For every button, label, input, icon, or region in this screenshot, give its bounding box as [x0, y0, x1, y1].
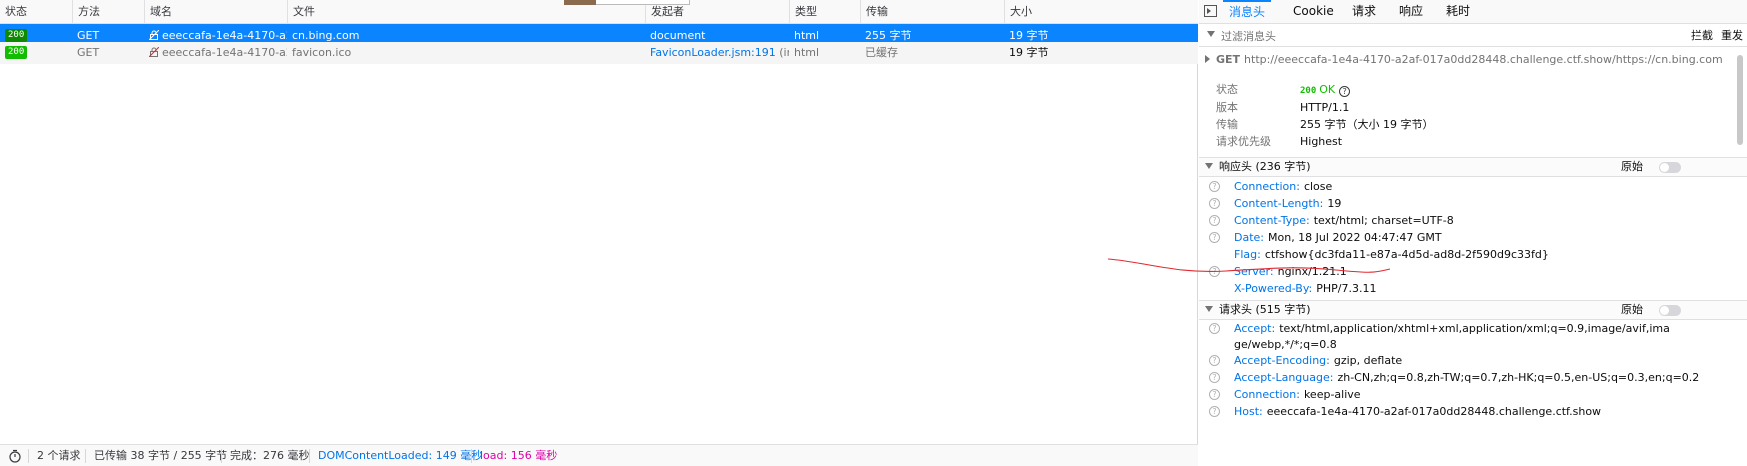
header-row-connection[interactable]: ? Connection: close	[1199, 179, 1739, 195]
request-method: GET	[1216, 53, 1241, 66]
request-details-panel: 消息头 Cookie 请求 响应 耗时 拦截 重发 GEThttp://eeec…	[1199, 0, 1747, 466]
col-size[interactable]: 大小	[1004, 0, 1198, 24]
help-icon[interactable]: ?	[1209, 215, 1220, 226]
col-domain[interactable]: 域名	[144, 0, 287, 24]
insecure-lock-icon	[149, 30, 159, 40]
red-underline-annotation	[1107, 258, 1391, 273]
tab-headers[interactable]: 消息头	[1223, 0, 1272, 24]
collapse-arrow-icon	[1205, 306, 1213, 312]
raw-toggle[interactable]	[1659, 305, 1681, 316]
request-summary: 状态 200 OK? 版本 HTTP/1.1 传输 255 字节（大小 19 字节…	[1216, 81, 1736, 151]
type-cell: html	[794, 46, 820, 59]
status-badge: 200	[5, 46, 28, 59]
summary-value: HTTP/1.1	[1300, 101, 1350, 114]
summary-value: 255 字节（大小 19 字节）	[1300, 118, 1434, 131]
status-cell: 200	[0, 42, 72, 64]
drag-preview	[564, 0, 690, 5]
help-icon[interactable]: ?	[1209, 198, 1220, 209]
dom-content-loaded-time: DOMContentLoaded: 149 毫秒	[318, 449, 483, 462]
details-tabbar: 消息头 Cookie 请求 响应 耗时	[1199, 0, 1747, 24]
initiator-extra: (img)	[779, 46, 789, 59]
summary-key: 状态	[1216, 83, 1238, 96]
request-list-panel: 状态 方法 域名 文件 发起者 类型 传输 大小 200 GET eeeccaf…	[0, 0, 1198, 466]
collapse-arrow-icon	[1205, 163, 1213, 169]
transferred-cell: 已缓存	[865, 46, 898, 59]
tab-timings[interactable]: 耗时	[1440, 0, 1476, 24]
summary-key: 请求优先级	[1216, 135, 1271, 148]
finish-time: 完成：276 毫秒	[230, 449, 310, 462]
help-icon[interactable]: ?	[1209, 181, 1220, 192]
stopwatch-icon[interactable]	[8, 449, 22, 463]
help-icon[interactable]: ?	[1209, 406, 1220, 417]
summary-value: Highest	[1300, 135, 1343, 148]
help-icon[interactable]: ?	[1209, 355, 1220, 366]
initiator-cell: FaviconLoader.jsm:191 (img)	[645, 42, 789, 64]
load-time: load: 156 毫秒	[480, 449, 558, 462]
file-cell: favicon.ico	[292, 46, 352, 59]
header-row-accept[interactable]: ? Accept: text/html,application/xhtml+xml…	[1199, 321, 1739, 353]
response-headers-title: 响应头 (236 字节)	[1205, 158, 1311, 176]
header-row-content-type[interactable]: ? Content-Type: text/html; charset=UTF-8	[1199, 213, 1739, 229]
raw-label: 原始	[1621, 303, 1643, 316]
status-badge: 200	[5, 29, 28, 42]
col-type[interactable]: 类型	[789, 0, 860, 24]
help-icon[interactable]: ?	[1209, 232, 1220, 243]
toggle-panel-icon[interactable]	[1204, 5, 1217, 17]
size-cell: 19 字节	[1009, 46, 1049, 59]
header-row-content-length[interactable]: ? Content-Length: 19	[1199, 196, 1739, 212]
header-row-date[interactable]: ? Date: Mon, 18 Jul 2022 04:47:47 GMT	[1199, 230, 1739, 246]
transferred-summary: 已传输 38 字节 / 255 字节	[94, 449, 228, 462]
header-row-accept-encoding[interactable]: ? Accept-Encoding: gzip, deflate	[1199, 353, 1739, 369]
request-count: 2 个请求	[37, 449, 81, 462]
header-row-connection[interactable]: ? Connection: keep-alive	[1199, 387, 1739, 403]
help-icon[interactable]: ?	[1209, 389, 1220, 400]
header-filter-bar: 拦截 重发	[1199, 25, 1747, 47]
filter-headers-input[interactable]	[1221, 27, 1581, 45]
request-url: http://eeeccafa-1e4a-4170-a2af-017a0dd28…	[1244, 53, 1723, 66]
network-status-bar: 2 个请求 已传输 38 字节 / 255 字节 完成：276 毫秒 DOMCo…	[0, 444, 1198, 466]
request-url-line[interactable]: GET http://eeeccafa-1e4a-4170-a2af-017a0d…	[1205, 52, 1723, 68]
tab-request[interactable]: 请求	[1346, 0, 1382, 24]
col-method[interactable]: 方法	[72, 0, 144, 24]
tab-cookie[interactable]: Cookie	[1287, 0, 1340, 24]
method-cell: GET	[77, 46, 100, 59]
help-icon[interactable]: ?	[1209, 372, 1220, 383]
summary-key: 版本	[1216, 101, 1238, 114]
filter-icon	[1207, 31, 1215, 37]
initiator-link[interactable]: FaviconLoader.jsm:191	[650, 46, 776, 59]
domain-text: eeeccafa-1e4a-4170-a2...	[162, 29, 287, 42]
network-monitor: 状态 方法 域名 文件 发起者 类型 传输 大小 200 GET eeeccaf…	[0, 0, 1747, 466]
resend-button[interactable]: 重发	[1721, 25, 1743, 47]
domain-text: eeeccafa-1e4a-4170-a2...	[162, 46, 287, 59]
response-headers-section-header[interactable]: 响应头 (236 字节) 原始	[1199, 157, 1747, 177]
col-transferred[interactable]: 传输	[860, 0, 1004, 24]
block-button[interactable]: 拦截	[1691, 25, 1713, 47]
expand-arrow-icon	[1205, 55, 1210, 63]
header-row-host[interactable]: ? Host: eeeccafa-1e4a-4170-a2af-017a0dd28…	[1199, 404, 1739, 420]
insecure-lock-icon	[149, 47, 159, 57]
status-code: 200	[1300, 86, 1317, 96]
col-status[interactable]: 状态	[0, 0, 72, 24]
tab-response[interactable]: 响应	[1393, 0, 1429, 24]
help-icon[interactable]: ?	[1339, 86, 1351, 97]
raw-label: 原始	[1621, 160, 1643, 173]
summary-key: 传输	[1216, 118, 1238, 131]
table-row[interactable]: 200 GET eeeccafa-1e4a-4170-a2... favicon…	[0, 42, 1198, 64]
header-row-x-powered-by[interactable]: X-Powered-By: PHP/7.3.11	[1199, 281, 1739, 297]
help-icon[interactable]: ?	[1209, 323, 1220, 334]
request-headers-title: 请求头 (515 字节)	[1205, 301, 1311, 319]
header-row-accept-language[interactable]: ? Accept-Language: zh-CN,zh;q=0.8,zh-TW;q…	[1199, 370, 1739, 386]
raw-toggle[interactable]	[1659, 162, 1681, 173]
summary-value: 200 OK?	[1300, 81, 1351, 100]
request-headers-section-header[interactable]: 请求头 (515 字节) 原始	[1199, 300, 1747, 320]
domain-cell: eeeccafa-1e4a-4170-a2...	[144, 42, 287, 64]
status-text: OK	[1319, 83, 1336, 96]
